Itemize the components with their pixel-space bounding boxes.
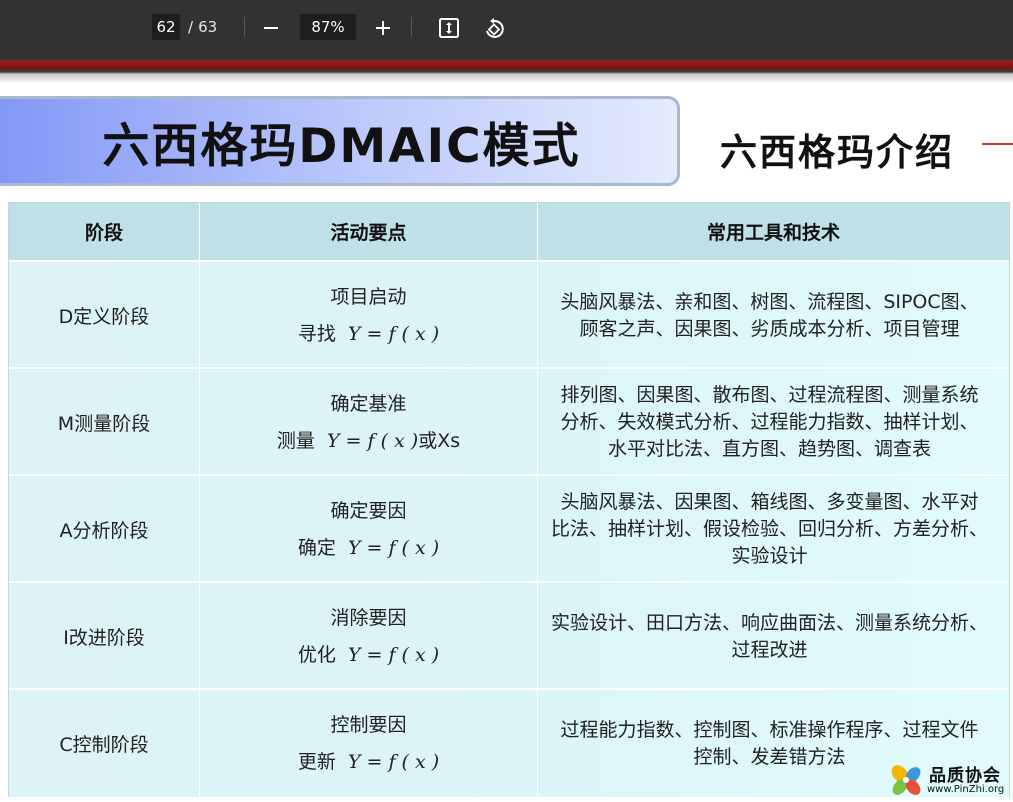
pinzhi-logo-icon: [891, 765, 921, 795]
fit-to-page-icon: [439, 18, 459, 38]
header-tools: 常用工具和技术: [537, 203, 1009, 260]
accent-line: [982, 143, 1013, 145]
activity-verb: 测量: [276, 429, 315, 452]
slide-top-edge: [0, 60, 1013, 82]
activity-formula-line: 优化 Y = f ( x ): [298, 637, 439, 674]
tools-text: 排列图、因果图、散布图、过程流程图、测量系统 分析、失效模式分析、过程能力指数、…: [560, 384, 979, 460]
activity-verb: 优化: [297, 643, 336, 666]
tools-cell: 头脑风暴法、亲和图、树图、流程图、SIPOC图、 顾客之声、因果图、劣质成本分析…: [537, 262, 1009, 369]
watermark-name: 品质协会: [929, 766, 1001, 786]
activity-title: 控制要因: [330, 713, 407, 736]
tools-cell: 实验设计、田口方法、响应曲面法、测量系统分析、 过程改进: [537, 583, 1009, 690]
table-row: C控制阶段 控制要因 更新 Y = f ( x ) 过程能力指数、控制图、标准操…: [9, 688, 1009, 797]
dmaic-table: 阶段 活动要点 常用工具和技术 D定义阶段 项目启动 寻找 Y = f ( x …: [8, 202, 1010, 797]
activity-title: 确定基准: [330, 392, 407, 415]
stage-cell: I改进阶段: [63, 627, 145, 649]
table-header-row: 阶段 活动要点 常用工具和技术: [9, 203, 1009, 260]
activity-formula-line: 测量 Y = f ( x )或Xs: [277, 423, 460, 460]
tools-text: 实验设计、田口方法、响应曲面法、测量系统分析、 过程改进: [550, 611, 988, 661]
rotate-button[interactable]: [480, 14, 508, 42]
activity-formula-line: 更新 Y = f ( x ): [298, 744, 439, 781]
activity-cell: 控制要因 更新 Y = f ( x ): [199, 690, 537, 797]
activity-verb: 寻找: [297, 322, 336, 345]
watermark-url: www.PinZhi.org: [927, 784, 1005, 795]
tools-text: 头脑风暴法、因果图、箱线图、多变量图、水平对 比法、抽样计划、假设检验、回归分析…: [550, 491, 988, 567]
zoom-level-input[interactable]: 87%: [300, 14, 356, 40]
formula: Y = f ( x ): [347, 643, 440, 666]
tools-cell: 排列图、因果图、散布图、过程流程图、测量系统 分析、失效模式分析、过程能力指数、…: [537, 369, 1009, 476]
formula: Y = f ( x ): [347, 322, 440, 345]
pdf-toolbar: 62 / 63 87%: [0, 0, 1013, 60]
slide-title: 六西格玛DMAIC模式: [102, 118, 581, 174]
activity-cell: 项目启动 寻找 Y = f ( x ): [199, 262, 537, 369]
minus-icon: [264, 27, 278, 29]
activity-cell: 消除要因 优化 Y = f ( x ): [199, 583, 537, 690]
table-row: M测量阶段 确定基准 测量 Y = f ( x )或Xs 排列图、因果图、散布图…: [9, 367, 1009, 476]
toolbar-divider: [411, 17, 412, 37]
title-banner: 六西格玛DMAIC模式: [0, 96, 680, 186]
stage-cell: C控制阶段: [59, 734, 149, 756]
page-separator: /: [188, 18, 194, 36]
tools-cell: 头脑风暴法、因果图、箱线图、多变量图、水平对 比法、抽样计划、假设检验、回归分析…: [537, 476, 1009, 583]
toolbar-divider: [244, 17, 245, 37]
activity-cell: 确定基准 测量 Y = f ( x )或Xs: [199, 369, 537, 476]
zoom-in-button[interactable]: [369, 14, 397, 42]
stage-cell: D定义阶段: [58, 306, 150, 328]
activity-formula-line: 确定 Y = f ( x ): [298, 530, 439, 567]
stage-cell: A分析阶段: [59, 520, 149, 542]
activity-verb: 更新: [297, 750, 336, 773]
slide-page: 六西格玛DMAIC模式 六西格玛介绍 阶段 活动要点 常用工具和技术 D定义阶段…: [0, 82, 1013, 802]
activity-cell: 确定要因 确定 Y = f ( x ): [199, 476, 537, 583]
activity-title: 项目启动: [330, 285, 407, 308]
table-row: I改进阶段 消除要因 优化 Y = f ( x ) 实验设计、田口方法、响应曲面…: [9, 581, 1009, 690]
table-row: D定义阶段 项目启动 寻找 Y = f ( x ) 头脑风暴法、亲和图、树图、流…: [9, 260, 1009, 369]
page-indicator: 62 / 63: [152, 14, 217, 40]
formula: Y = f ( x ): [347, 536, 440, 559]
fit-to-page-button[interactable]: [435, 14, 463, 42]
formula: Y = f ( x ): [326, 429, 419, 452]
rotate-icon: [486, 18, 504, 38]
slide-subtitle: 六西格玛介绍: [720, 131, 954, 174]
table-row: A分析阶段 确定要因 确定 Y = f ( x ) 头脑风暴法、因果图、箱线图、…: [9, 474, 1009, 583]
pinzhi-watermark: 品质协会 www.PinZhi.org: [888, 758, 1013, 802]
page-number-input[interactable]: 62: [152, 14, 180, 40]
stage-cell: M测量阶段: [57, 413, 151, 435]
activity-title: 确定要因: [330, 499, 407, 522]
page-total: 63: [198, 18, 218, 36]
tools-text: 头脑风暴法、亲和图、树图、流程图、SIPOC图、 顾客之声、因果图、劣质成本分析…: [560, 290, 979, 340]
formula-suffix: 或Xs: [418, 429, 461, 452]
zoom-out-button[interactable]: [257, 14, 285, 42]
formula: Y = f ( x ): [347, 750, 440, 773]
header-stage: 阶段: [84, 222, 123, 244]
activity-formula-line: 寻找 Y = f ( x ): [298, 316, 439, 353]
header-activity: 活动要点: [199, 203, 537, 260]
plus-icon: [376, 21, 390, 35]
activity-title: 消除要因: [330, 606, 407, 629]
activity-verb: 确定: [297, 536, 336, 559]
